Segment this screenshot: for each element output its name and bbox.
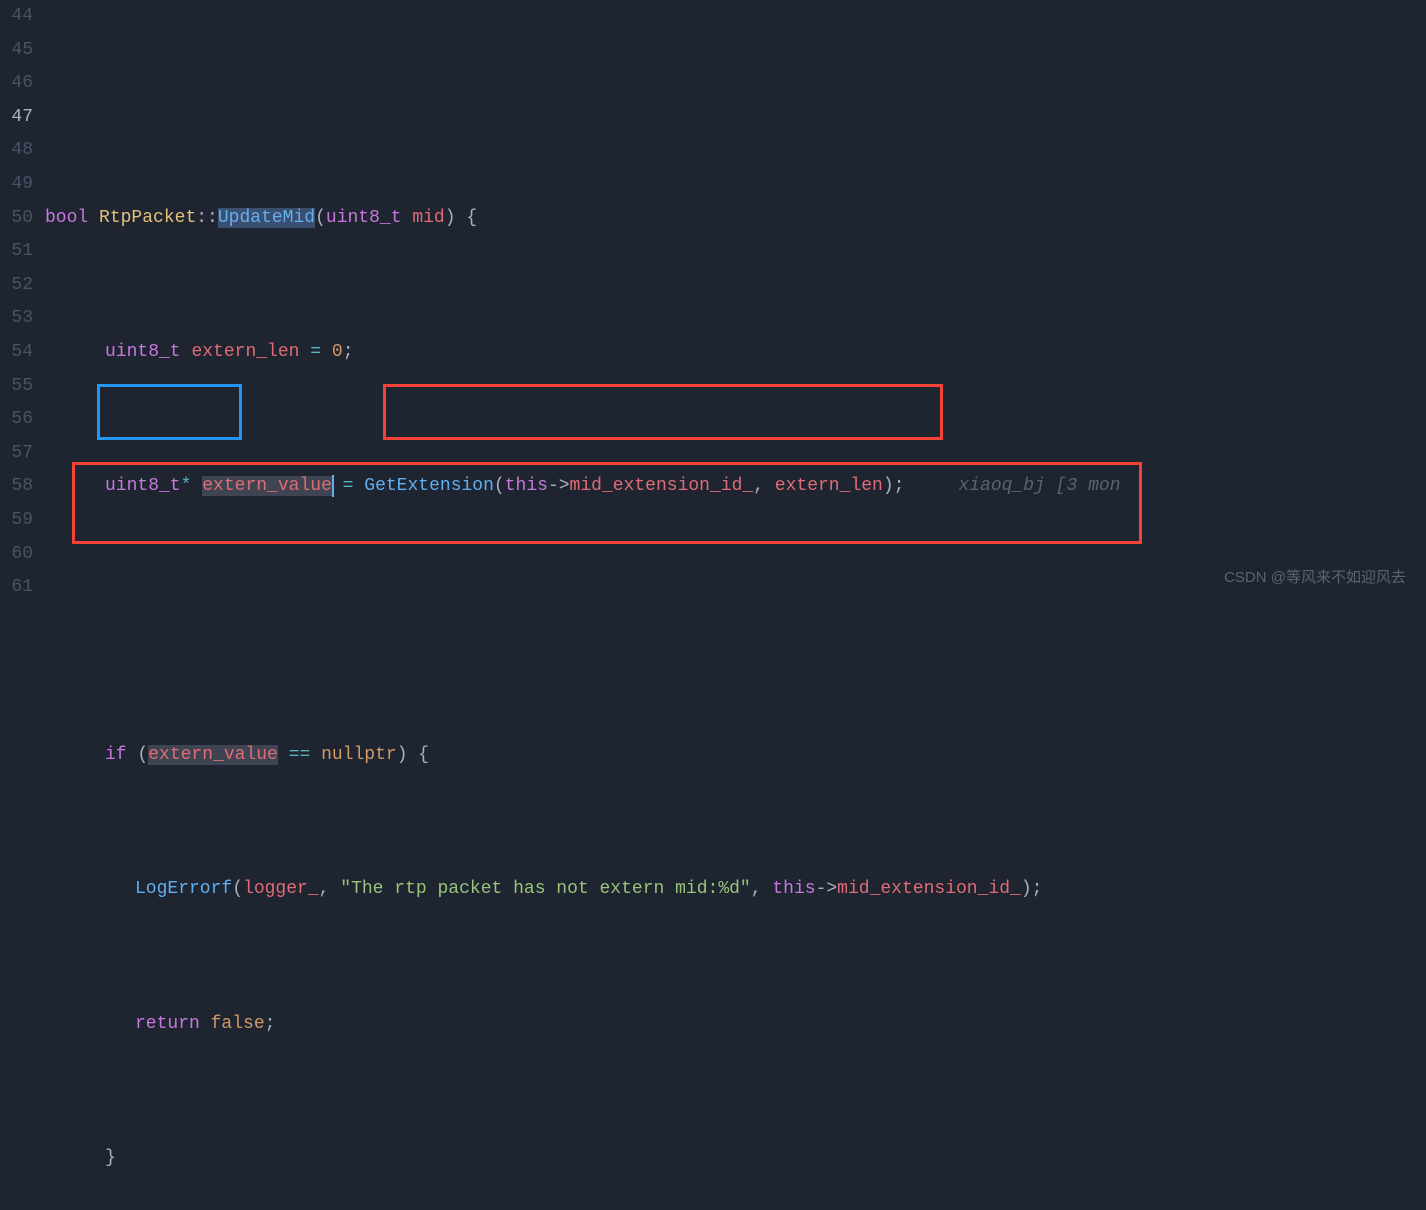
nullptr: nullptr [321,745,397,765]
keyword-this: this [772,879,815,899]
line-number: 55 [0,370,33,404]
scope-op: :: [196,208,218,228]
code-area[interactable]: bool RtpPacket::UpdateMid(uint8_t mid) {… [45,0,1426,605]
number: 0 [332,342,343,362]
line-number: 53 [0,302,33,336]
code-line[interactable]: if (extern_value == nullptr) { [45,739,1426,773]
keyword-if: if [105,745,127,765]
member: mid_extension_id_ [570,476,754,496]
line-number: 51 [0,235,33,269]
code-editor[interactable]: 44 45 46 47 48 49 50 51 52 53 54 55 56 5… [0,0,1426,605]
line-number: 59 [0,504,33,538]
variable-highlighted: extern_value [202,476,332,496]
class-name: RtpPacket [99,208,196,228]
code-line[interactable]: return false; [45,1008,1426,1042]
code-line[interactable]: uint8_t extern_len = 0; [45,336,1426,370]
type: uint8_t [105,476,181,496]
line-number: 52 [0,269,33,303]
line-number: 60 [0,538,33,572]
member: mid_extension_id_ [837,879,1021,899]
line-number: 49 [0,168,33,202]
line-number: 50 [0,202,33,236]
line-number: 56 [0,403,33,437]
annotation-box-blue [97,384,242,440]
git-blame: xiaoq_bj [3 mon [958,476,1120,496]
code-line-current[interactable]: uint8_t* extern_value = GetExtension(thi… [45,470,1426,504]
line-number-current: 47 [0,101,33,135]
string-literal: "The rtp packet has not extern mid:%d" [340,879,750,899]
param-type: uint8_t [326,208,402,228]
function-call: LogErrorf [135,879,232,899]
line-number: 54 [0,336,33,370]
line-number: 61 [0,571,33,605]
argument: extern_len [775,476,883,496]
function-name: UpdateMid [218,208,315,228]
keyword-bool: bool [45,208,88,228]
code-line[interactable]: LogErrorf(logger_, "The rtp packet has n… [45,873,1426,907]
line-number: 58 [0,470,33,504]
annotation-box-red-1 [383,384,943,440]
line-number: 57 [0,437,33,471]
argument: logger_ [243,879,319,899]
line-number: 45 [0,34,33,68]
variable-highlighted: extern_value [148,745,278,765]
code-line[interactable]: bool RtpPacket::UpdateMid(uint8_t mid) { [45,202,1426,236]
code-line[interactable]: } [45,1142,1426,1176]
code-line[interactable] [45,605,1426,639]
variable: extern_len [191,342,299,362]
keyword-this: this [505,476,548,496]
keyword-return: return [135,1014,200,1034]
brace-close: } [105,1148,116,1168]
type: uint8_t [105,342,181,362]
param-name: mid [412,208,444,228]
line-number-gutter: 44 45 46 47 48 49 50 51 52 53 54 55 56 5… [0,0,45,605]
line-number: 48 [0,134,33,168]
bool-literal: false [200,1014,265,1034]
code-line[interactable] [45,67,1426,101]
line-number: 46 [0,67,33,101]
watermark: CSDN @等风来不如迎风去 [1224,561,1406,595]
function-call: GetExtension [364,476,494,496]
line-number: 44 [0,0,33,34]
